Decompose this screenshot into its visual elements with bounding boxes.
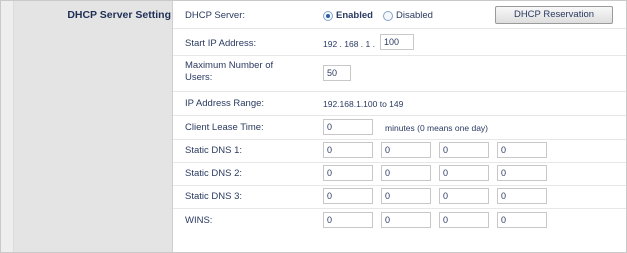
static-dns-1-octet-3[interactable]: 0: [439, 142, 489, 158]
static-dns-1-octet-4[interactable]: 0: [497, 142, 547, 158]
left-margin-strip: [1, 1, 14, 252]
settings-content: DHCP Server: Enabled Disabled DHCP Reser…: [173, 1, 626, 252]
ip-range-value: 192.168.1.100 to 149: [323, 99, 404, 109]
start-ip-last-octet-input[interactable]: 100: [380, 34, 414, 50]
dhcp-disabled-radio[interactable]: [383, 11, 393, 21]
section-header-column: [14, 1, 173, 252]
static-dns-2-label: Static DNS 2:: [185, 168, 243, 179]
static-dns-2-row: Static DNS 2: 0 0 0 0: [173, 162, 626, 186]
start-ip-prefix: 192 . 168 . 1 .: [323, 39, 375, 49]
dhcp-settings-panel: DHCP Server Setting DHCP Server: Enabled…: [0, 0, 627, 253]
wins-octet-1[interactable]: 0: [323, 212, 373, 228]
section-title: DHCP Server Setting: [67, 9, 171, 21]
dhcp-disabled-label[interactable]: Disabled: [396, 10, 433, 22]
dhcp-server-row: DHCP Server: Enabled Disabled DHCP Reser…: [173, 1, 626, 29]
wins-row: WINS: 0 0 0 0: [173, 208, 626, 232]
static-dns-2-octet-3[interactable]: 0: [439, 165, 489, 181]
static-dns-3-label: Static DNS 3:: [185, 191, 243, 202]
static-dns-3-row: Static DNS 3: 0 0 0 0: [173, 185, 626, 209]
max-users-row: Maximum Number of Users: 50: [173, 55, 626, 92]
dhcp-reservation-button[interactable]: DHCP Reservation: [495, 6, 613, 24]
start-ip-label: Start IP Address:: [185, 38, 257, 49]
static-dns-2-octet-1[interactable]: 0: [323, 165, 373, 181]
static-dns-3-octet-2[interactable]: 0: [381, 188, 431, 204]
lease-time-suffix: minutes (0 means one day): [385, 123, 488, 133]
dhcp-enabled-label[interactable]: Enabled: [336, 10, 373, 22]
static-dns-3-octet-4[interactable]: 0: [497, 188, 547, 204]
dhcp-enabled-radio[interactable]: [323, 11, 333, 21]
wins-octet-2[interactable]: 0: [381, 212, 431, 228]
max-users-label: Maximum Number of Users:: [185, 60, 274, 83]
ip-range-row: IP Address Range: 192.168.1.100 to 149: [173, 91, 626, 116]
static-dns-1-label: Static DNS 1:: [185, 145, 243, 156]
static-dns-3-octet-3[interactable]: 0: [439, 188, 489, 204]
max-users-input[interactable]: 50: [323, 65, 351, 81]
wins-octet-4[interactable]: 0: [497, 212, 547, 228]
lease-time-label: Client Lease Time:: [185, 122, 264, 133]
static-dns-1-row: Static DNS 1: 0 0 0 0: [173, 139, 626, 163]
dhcp-server-label: DHCP Server:: [185, 10, 246, 21]
wins-octet-3[interactable]: 0: [439, 212, 489, 228]
static-dns-1-octet-2[interactable]: 0: [381, 142, 431, 158]
start-ip-row: Start IP Address: 192 . 168 . 1 . 100: [173, 28, 626, 56]
ip-range-label: IP Address Range:: [185, 98, 265, 109]
static-dns-3-octet-1[interactable]: 0: [323, 188, 373, 204]
lease-time-input[interactable]: 0: [323, 119, 373, 135]
static-dns-2-octet-2[interactable]: 0: [381, 165, 431, 181]
static-dns-1-octet-1[interactable]: 0: [323, 142, 373, 158]
static-dns-2-octet-4[interactable]: 0: [497, 165, 547, 181]
wins-label: WINS:: [185, 215, 213, 226]
lease-time-row: Client Lease Time: 0 minutes (0 means on…: [173, 115, 626, 140]
